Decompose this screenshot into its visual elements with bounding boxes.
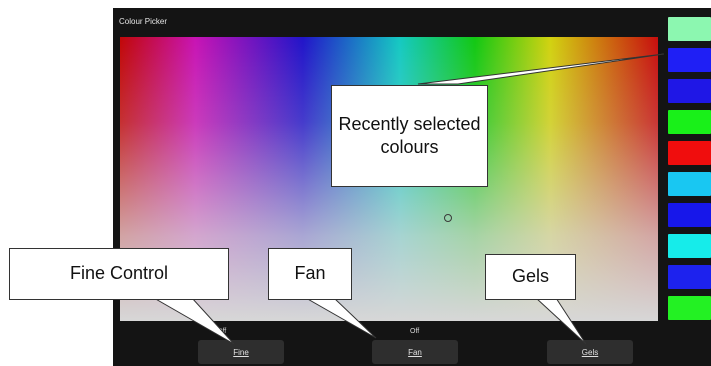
fan-button[interactable]: Fan bbox=[372, 340, 458, 364]
fan-button-label: Fan bbox=[408, 347, 422, 357]
softkey-bar: Off Fine Off Fan Gels bbox=[113, 326, 711, 366]
recent-swatch-10[interactable] bbox=[668, 296, 711, 320]
recent-swatch-8[interactable] bbox=[668, 234, 711, 258]
colour-picker-window: Colour Picker Off Fine Off Fan Gels bbox=[113, 8, 711, 366]
colour-cursor[interactable] bbox=[444, 214, 452, 222]
gels-button[interactable]: Gels bbox=[547, 340, 633, 364]
recent-swatch-3[interactable] bbox=[668, 79, 711, 103]
fan-callout: Fan bbox=[268, 248, 352, 300]
fine-button[interactable]: Fine bbox=[198, 340, 284, 364]
fine-button-label: Fine bbox=[233, 347, 249, 357]
recent-colour-swatches bbox=[668, 17, 711, 323]
recent-swatch-5[interactable] bbox=[668, 141, 711, 165]
fine-status: Off bbox=[217, 328, 227, 335]
recent-swatch-4[interactable] bbox=[668, 110, 711, 134]
window-title: Colour Picker bbox=[119, 17, 168, 26]
recent-swatch-9[interactable] bbox=[668, 265, 711, 289]
gels-callout: Gels bbox=[485, 254, 576, 300]
recently-selected-callout: Recently selected colours bbox=[331, 85, 488, 187]
fan-status: Off bbox=[410, 328, 420, 335]
recent-swatch-6[interactable] bbox=[668, 172, 711, 196]
recent-swatch-1[interactable] bbox=[668, 17, 711, 41]
gels-button-label: Gels bbox=[581, 347, 599, 357]
recent-swatch-2[interactable] bbox=[668, 48, 711, 72]
recent-swatch-7[interactable] bbox=[668, 203, 711, 227]
fine-control-callout: Fine Control bbox=[9, 248, 229, 300]
